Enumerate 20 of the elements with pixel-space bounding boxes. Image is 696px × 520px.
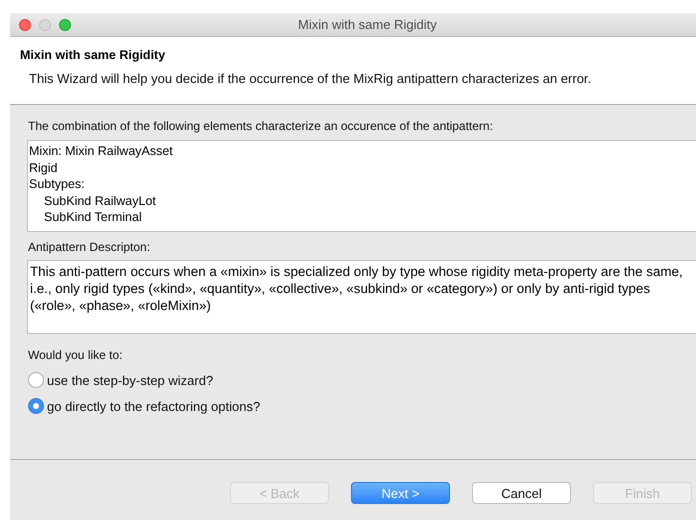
elements-label: The combination of the following elements characterize an occurence of the antipattern: (28, 119, 493, 133)
description-text: This anti-pattern occurs when a «mixin» is specialized only by type whose rigidity meta-property are the same, i.e., only rigid types («kind», «quantity», «collective», «subkind» or «category») or only by anti-rigid types («role», «phase», «roleMixin») (27, 260, 696, 334)
list-item: Subtypes: (29, 176, 86, 192)
list-item: Rigid (29, 160, 58, 176)
maximize-icon[interactable] (59, 18, 71, 30)
page-description: This Wizard will help you decide if the occurrence of the MixRig antipattern characterizes an error. (29, 71, 592, 87)
radio-option[interactable]: go directly to the refactoring options? (28, 398, 260, 414)
radio-button[interactable] (28, 398, 44, 414)
list-item: SubKind Terminal (44, 209, 143, 226)
minimize-icon[interactable] (39, 18, 51, 30)
close-icon[interactable] (19, 18, 31, 30)
radio-button[interactable] (28, 372, 44, 388)
list-item: Mixin: Mixin RailwayAsset (29, 143, 174, 160)
list-item: SubKind RailwayLot (44, 192, 157, 209)
question-label: Would you like to: (28, 348, 122, 362)
page-title: Mixin with same Rigidity (20, 48, 166, 62)
dialog-button[interactable]: Cancel (472, 482, 571, 504)
description-label: Antipattern Descripton: (28, 240, 150, 254)
window-title: Mixin with same Rigidity (298, 17, 437, 32)
radio-option[interactable]: use the step-by-step wizard? (28, 372, 214, 388)
